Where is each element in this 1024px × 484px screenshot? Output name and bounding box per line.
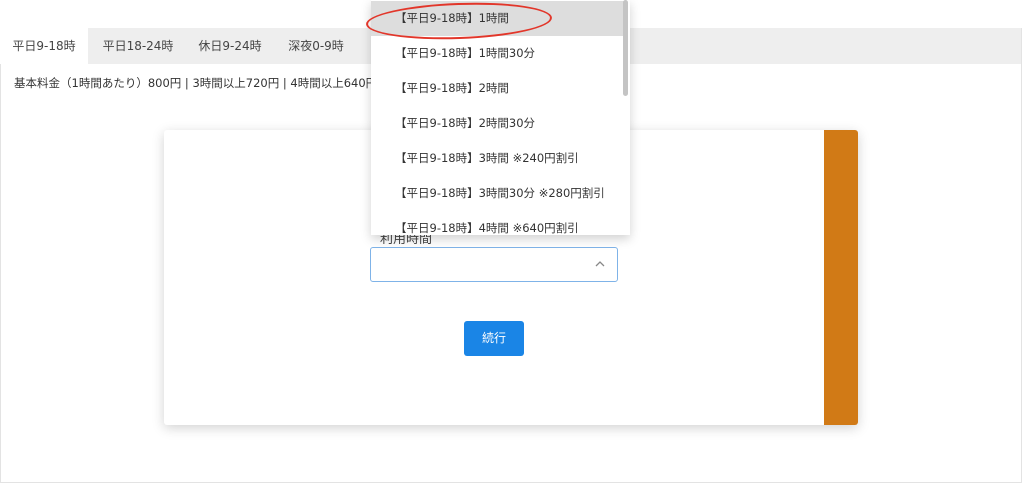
dropdown-option[interactable]: 【平日9-18時】1時間 [371,1,624,36]
dropdown-option[interactable]: 【平日9-18時】3時間30分 ※280円割引 [371,176,624,211]
tab-holiday[interactable]: 休日9-24時 [188,28,272,64]
rate-info-text: 基本料金（1時間あたり）800円 | 3時間以上720円 | 4時間以上640円 [14,76,378,90]
tab-weekday-day[interactable]: 平日9-18時 [0,28,88,64]
duration-select[interactable] [370,247,618,282]
dropdown-option[interactable]: 【平日9-18時】4時間 ※640円割引 [371,211,624,235]
chevron-up-icon [595,261,605,267]
tab-weekday-night[interactable]: 平日18-24時 [95,28,181,64]
dropdown-option[interactable]: 【平日9-18時】1時間30分 [371,36,624,71]
dropdown-scrollbar-thumb[interactable] [623,0,628,96]
dropdown-option[interactable]: 【平日9-18時】3時間 ※240円割引 [371,141,624,176]
duration-dropdown-menu: 【平日9-18時】1時間 【平日9-18時】1時間30分 【平日9-18時】2時… [371,0,630,235]
dropdown-option[interactable]: 【平日9-18時】2時間 [371,71,624,106]
card-accent-bar [824,130,858,425]
tab-late-night[interactable]: 深夜0-9時 [280,28,352,64]
dropdown-option[interactable]: 【平日9-18時】2時間30分 [371,106,624,141]
continue-button[interactable]: 続行 [464,321,524,356]
